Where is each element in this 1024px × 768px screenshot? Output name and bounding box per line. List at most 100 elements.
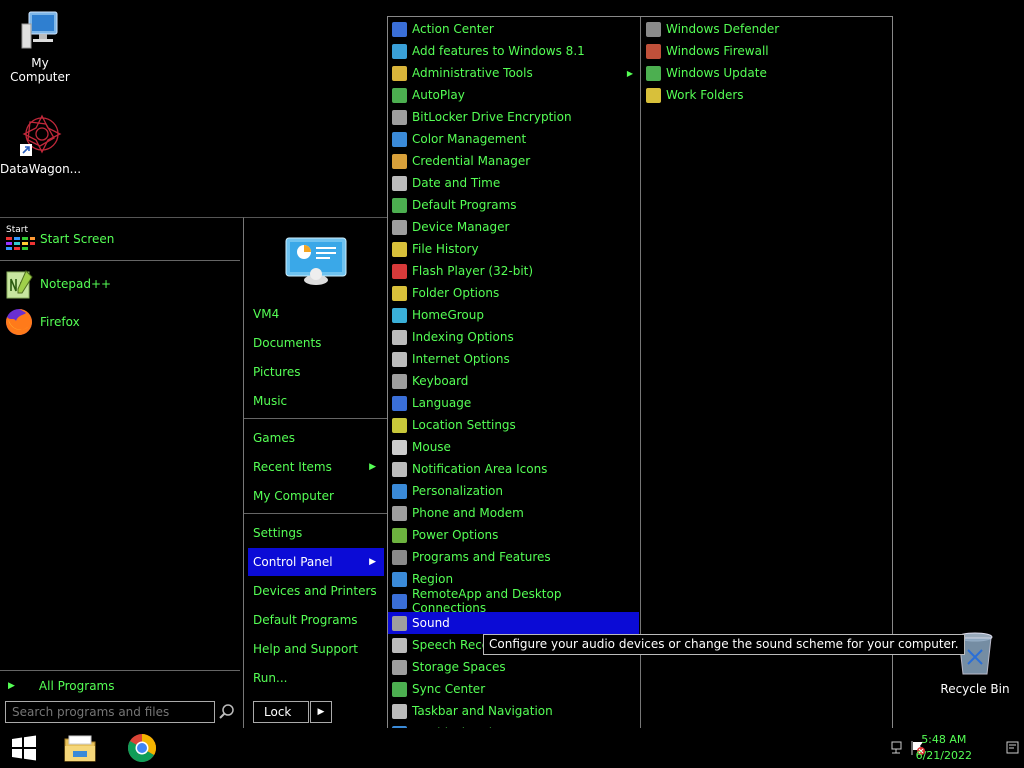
lock-button[interactable]: Lock: [253, 701, 309, 723]
cp-item-windows-defender[interactable]: Windows Defender: [642, 18, 892, 40]
right-item-label: VM4: [253, 307, 280, 321]
right-item-documents[interactable]: Documents: [248, 329, 384, 357]
cp-item-storage-spaces[interactable]: Storage Spaces: [388, 656, 639, 678]
cp-item-date-and-time[interactable]: Date and Time: [388, 172, 639, 194]
cp-item-administrative-tools[interactable]: Administrative Tools ▶: [388, 62, 639, 84]
cp-item-label: Sync Center: [412, 682, 486, 696]
cp-item-internet-options[interactable]: Internet Options: [388, 348, 639, 370]
cp-item-bitlocker-drive-encryption[interactable]: BitLocker Drive Encryption: [388, 106, 639, 128]
cp-item-phone-and-modem[interactable]: Phone and Modem: [388, 502, 639, 524]
work-folders-icon: [646, 87, 661, 103]
taskbar-clock[interactable]: 5:48 AM 6/21/2022: [916, 732, 972, 764]
cp-item-notification-area-icons[interactable]: Notification Area Icons: [388, 458, 639, 480]
shutdown-options-button[interactable]: ▶: [310, 701, 332, 723]
right-item-pictures[interactable]: Pictures: [248, 358, 384, 386]
right-item-devices-and-printers[interactable]: Devices and Printers: [248, 577, 384, 605]
notification-show-desktop-icon[interactable]: [1006, 740, 1020, 756]
user-picture: [284, 236, 348, 288]
flash-icon: [392, 263, 407, 279]
start-screen-icon: Start: [4, 225, 35, 253]
cp-item-add-features-to-windows-8-1[interactable]: Add features to Windows 8.1: [388, 40, 639, 62]
cp-item-label: AutoPlay: [412, 88, 465, 102]
cp-item-location-settings[interactable]: Location Settings: [388, 414, 639, 436]
programs-icon: [392, 549, 407, 565]
cp-item-color-management[interactable]: Color Management: [388, 128, 639, 150]
right-item-run[interactable]: Run...: [248, 664, 384, 692]
cp-item-flash-player-32-bit[interactable]: Flash Player (32-bit): [388, 260, 639, 282]
cp-item-homegroup[interactable]: HomeGroup: [388, 304, 639, 326]
cp-item-power-options[interactable]: Power Options: [388, 524, 639, 546]
right-item-label: Documents: [253, 336, 322, 350]
cp-item-action-center[interactable]: Action Center: [388, 18, 639, 40]
file-history-icon: [392, 241, 407, 257]
cp-item-remoteapp-and-desktop-connections[interactable]: RemoteApp and Desktop Connections: [388, 587, 639, 615]
clock-icon: [392, 175, 407, 191]
sync-icon: [392, 681, 407, 697]
cp-item-keyboard[interactable]: Keyboard: [388, 370, 639, 392]
cp-item-sync-center[interactable]: Sync Center: [388, 678, 639, 700]
cp-item-windows-firewall[interactable]: Windows Firewall: [642, 40, 892, 62]
chevron-right-icon: ▶: [317, 707, 325, 717]
right-item-default-programs[interactable]: Default Programs: [248, 606, 384, 634]
folder-options-icon: [392, 285, 407, 301]
credential-icon: [392, 153, 407, 169]
cp-item-autoplay[interactable]: AutoPlay: [388, 84, 639, 106]
cp-item-windows-update[interactable]: Windows Update: [642, 62, 892, 84]
pinned-notepadplusplus[interactable]: Notepad++: [4, 268, 111, 300]
cp-item-default-programs[interactable]: Default Programs: [388, 194, 639, 216]
cp-item-file-history[interactable]: File History: [388, 238, 639, 260]
start-screen-item[interactable]: Start Start Screen: [4, 223, 114, 255]
cp-item-sound[interactable]: Sound: [388, 612, 639, 634]
cp-item-folder-options[interactable]: Folder Options: [388, 282, 639, 304]
network-tray-icon[interactable]: [890, 740, 904, 756]
cp-item-indexing-options[interactable]: Indexing Options: [388, 326, 639, 348]
right-item-control-panel[interactable]: Control Panel ▶: [248, 548, 384, 576]
cp-item-label: HomeGroup: [412, 308, 484, 322]
right-item-settings[interactable]: Settings: [248, 519, 384, 547]
cp-item-mouse[interactable]: Mouse: [388, 436, 639, 458]
start-screen-label: Start Screen: [40, 232, 115, 246]
control-panel-submenu: Action Center Add features to Windows 8.1…: [387, 16, 893, 768]
chevron-right-icon: ▶: [369, 462, 376, 472]
right-item-label: Default Programs: [253, 613, 358, 627]
my-computer-desktop-icon[interactable]: My Computer: [0, 10, 80, 84]
all-programs-item[interactable]: ▶ All Programs: [4, 675, 240, 697]
internet-icon: [392, 351, 407, 367]
chrome-taskbar-button[interactable]: [120, 728, 164, 768]
cp-item-label: Sound: [412, 616, 450, 630]
cp-item-taskbar-and-navigation[interactable]: Taskbar and Navigation: [388, 700, 639, 722]
cp-item-personalization[interactable]: Personalization: [388, 480, 639, 502]
computer-icon: [19, 10, 61, 52]
right-item-help-and-support[interactable]: Help and Support: [248, 635, 384, 663]
datawagon-desktop-icon[interactable]: DataWagon...: [0, 112, 81, 176]
right-item-vm4[interactable]: VM4: [248, 300, 384, 328]
right-item-label: Control Panel: [253, 555, 333, 569]
cp-item-label: Keyboard: [412, 374, 469, 388]
start-button[interactable]: [2, 728, 46, 768]
cp-item-label: Windows Firewall: [666, 44, 769, 58]
default-programs-icon: [392, 197, 407, 213]
cp-item-label: Language: [412, 396, 472, 410]
cp-item-label: Phone and Modem: [412, 506, 524, 520]
cp-item-credential-manager[interactable]: Credential Manager: [388, 150, 639, 172]
right-item-games[interactable]: Games: [248, 424, 384, 452]
cp-item-language[interactable]: Language: [388, 392, 639, 414]
cp-item-label: Windows Update: [666, 66, 767, 80]
right-item-music[interactable]: Music: [248, 387, 384, 415]
cp-item-programs-and-features[interactable]: Programs and Features: [388, 546, 639, 568]
cp-item-label: Region: [412, 572, 454, 586]
pinned-firefox[interactable]: Firefox: [4, 306, 80, 338]
cp-item-label: Windows Defender: [666, 22, 780, 36]
cp-item-device-manager[interactable]: Device Manager: [388, 216, 639, 238]
search-icon[interactable]: [218, 703, 236, 721]
search-input[interactable]: [5, 701, 215, 723]
right-item-recent-items[interactable]: Recent Items ▶: [248, 453, 384, 481]
cp-item-work-folders[interactable]: Work Folders: [642, 84, 892, 106]
windows-logo-icon: [12, 735, 36, 761]
cp-item-label: Personalization: [412, 484, 503, 498]
cp-item-label: Device Manager: [412, 220, 510, 234]
firewall-icon: [646, 43, 661, 59]
file-explorer-taskbar-button[interactable]: [58, 728, 102, 768]
right-item-my-computer[interactable]: My Computer: [248, 482, 384, 510]
autoplay-icon: [392, 87, 407, 103]
